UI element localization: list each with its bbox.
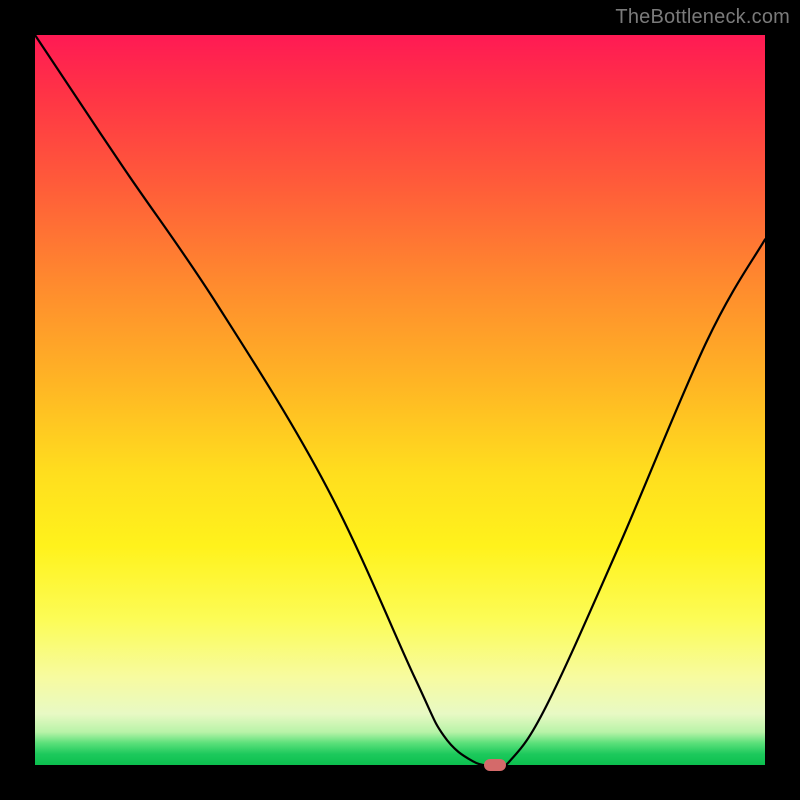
curve-path (35, 35, 765, 765)
optimal-point-marker (484, 759, 506, 771)
attribution-text: TheBottleneck.com (615, 6, 790, 29)
plot-area (35, 35, 765, 765)
chart-frame: TheBottleneck.com (0, 0, 800, 800)
bottleneck-curve (35, 35, 765, 765)
